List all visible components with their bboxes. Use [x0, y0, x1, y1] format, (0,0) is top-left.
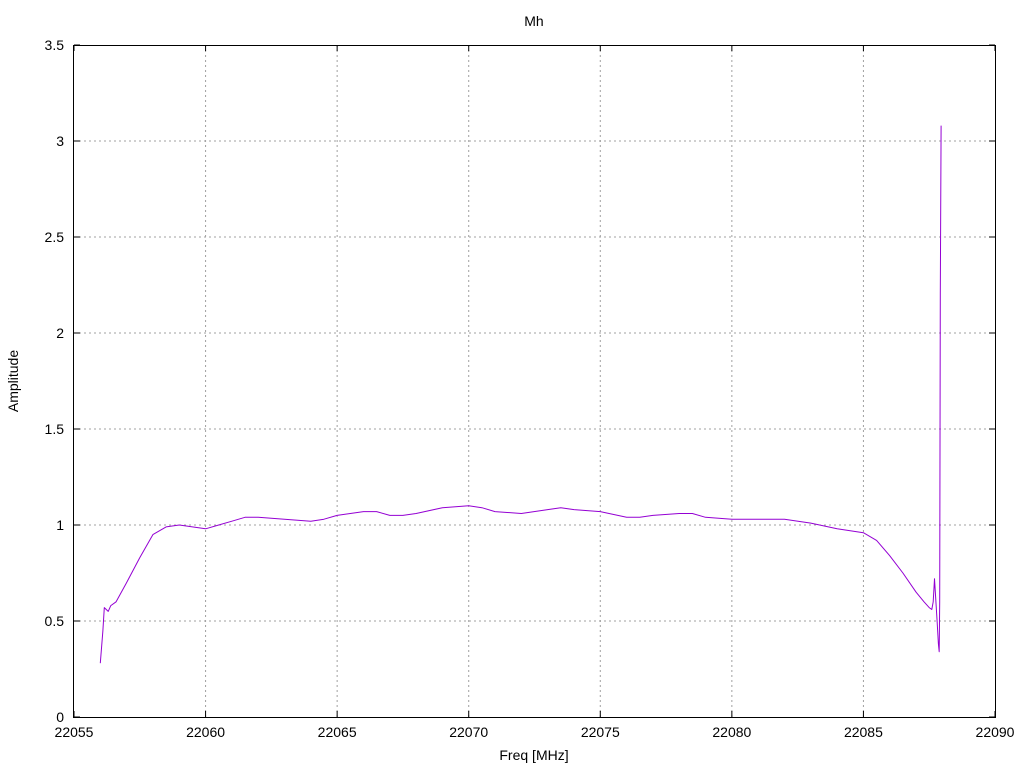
amplitude-chart: 22055 22060 22065 22070 22075 22080 22085 22090…	[0, 0, 1024, 768]
x-tick-label: 22090	[976, 724, 1015, 740]
x-tick-label: 22080	[712, 724, 751, 740]
x-tick-label: 22070	[449, 724, 488, 740]
x-tick-label: 22085	[844, 724, 883, 740]
x-axis-label: Freq [MHz]	[499, 747, 568, 763]
y-axis-label: Amplitude	[5, 350, 21, 412]
x-tick-label: 22065	[318, 724, 357, 740]
y-tick-label: 0.5	[45, 613, 65, 629]
chart-background	[0, 0, 1024, 768]
y-tick-label: 1.5	[45, 421, 65, 437]
y-tick-label: 2	[56, 325, 64, 341]
y-tick-label: 2.5	[45, 229, 65, 245]
y-tick-label: 3	[56, 133, 64, 149]
x-tick-label: 22055	[55, 724, 94, 740]
y-tick-label: 0	[56, 709, 64, 725]
y-tick-label: 1	[56, 517, 64, 533]
x-tick-label: 22060	[186, 724, 225, 740]
chart-title: Mh	[524, 13, 543, 29]
y-tick-label: 3.5	[45, 37, 65, 53]
x-tick-label: 22075	[581, 724, 620, 740]
